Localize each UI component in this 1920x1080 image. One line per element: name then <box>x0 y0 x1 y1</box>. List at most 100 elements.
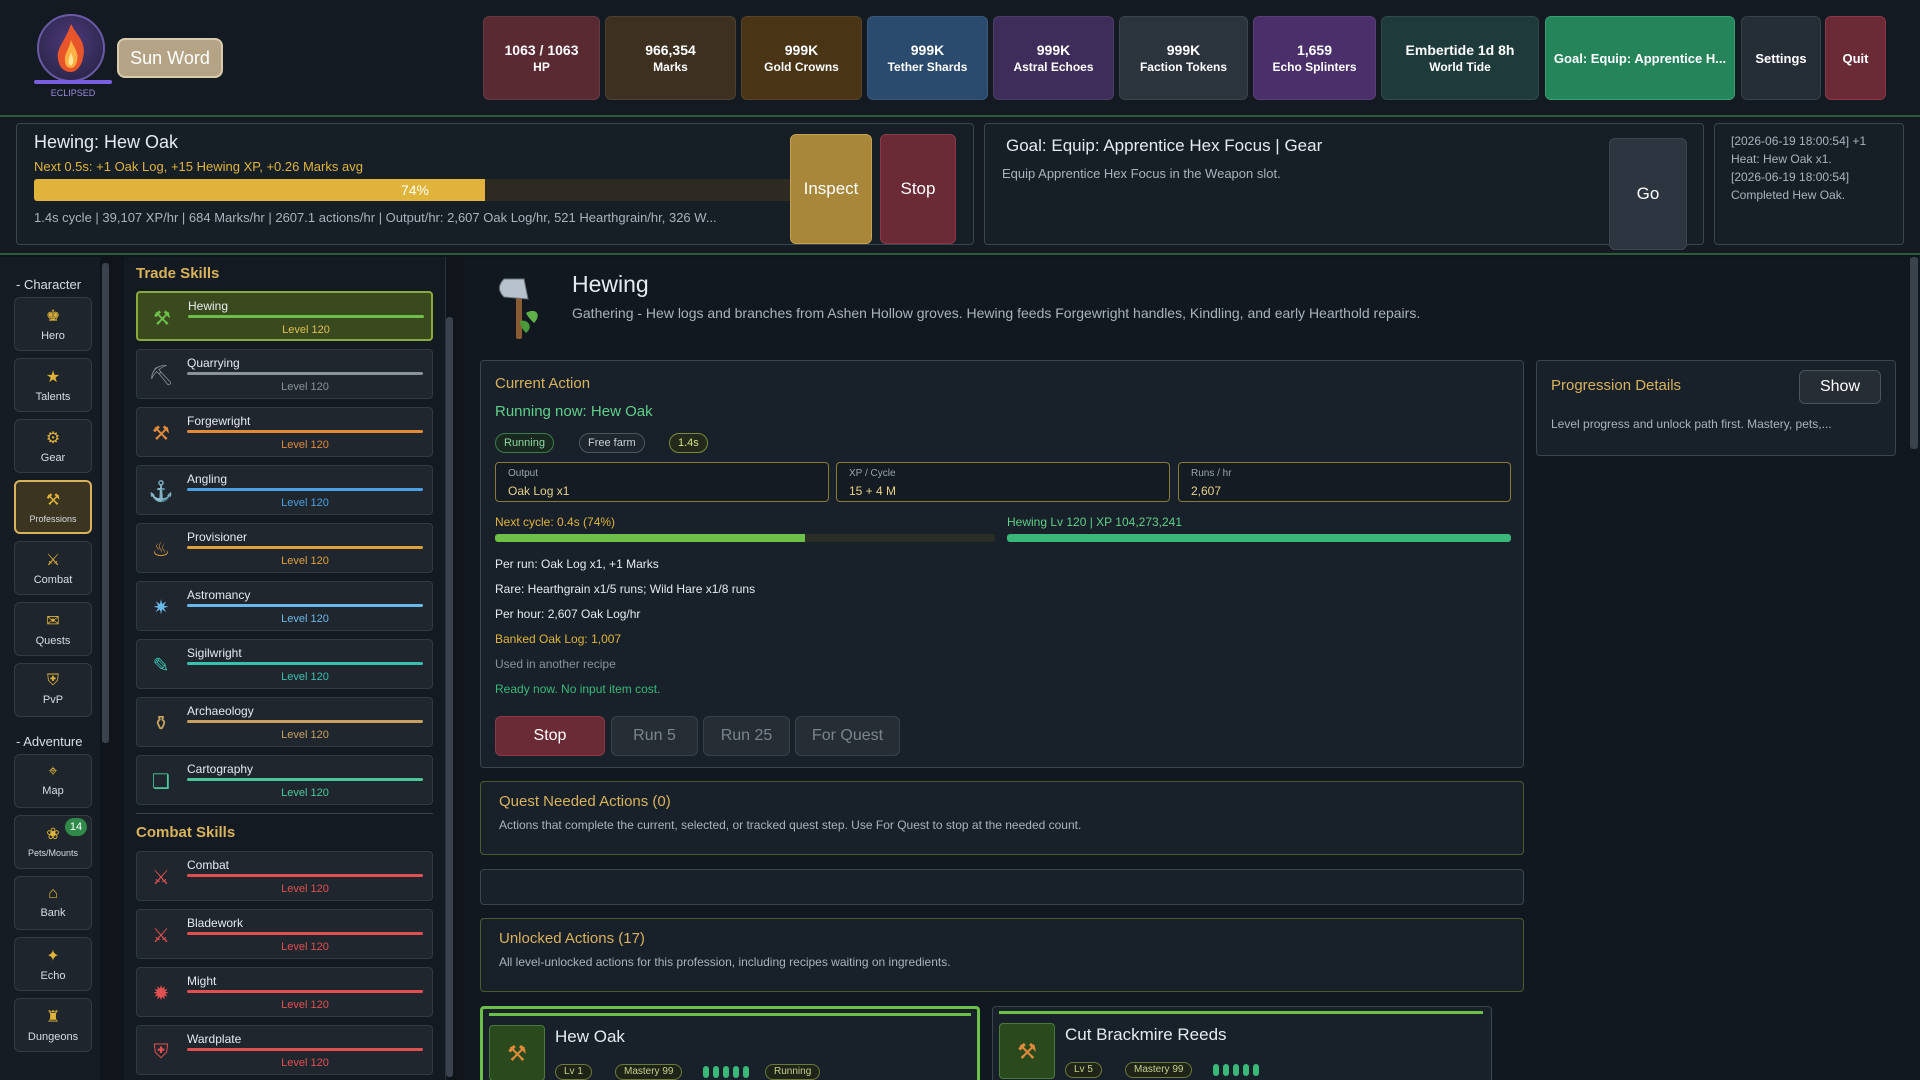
avatar-status-label: ECLIPSED <box>50 88 96 98</box>
skill-name: Might <box>187 974 217 988</box>
avatar-status-bar <box>34 80 112 84</box>
skill-row-quarrying[interactable]: ⛏ Quarrying Level 120 <box>136 349 433 399</box>
xp-cycle-title: XP / Cycle <box>849 468 896 479</box>
skill-progress-line <box>187 546 423 549</box>
inspect-button[interactable]: Inspect <box>790 134 872 244</box>
skill-row-might[interactable]: ✹ Might Level 120 <box>136 967 433 1017</box>
mastery-pip <box>1223 1064 1229 1076</box>
skill-row-angling[interactable]: ⚓ Angling Level 120 <box>136 465 433 515</box>
character-avatar[interactable] <box>37 14 105 82</box>
skill-level: Level 120 <box>281 999 329 1011</box>
goal-button[interactable]: Goal: Equip: Apprentice H... <box>1545 16 1735 100</box>
skill-row-archaeology[interactable]: ⚱ Archaeology Level 120 <box>136 697 433 747</box>
nav-hero[interactable]: ♚ Hero <box>14 297 92 351</box>
skill-row-cartography[interactable]: ❏ Cartography Level 120 <box>136 755 433 805</box>
stop-button[interactable]: Stop <box>495 716 605 756</box>
skill-name: Combat <box>187 858 230 872</box>
goal-go-button[interactable]: Go <box>1609 138 1687 250</box>
mastery-pip <box>1253 1064 1259 1076</box>
skill-row-sigilwright[interactable]: ✎ Sigilwright Level 120 <box>136 639 433 689</box>
quit-button[interactable]: Quit <box>1825 16 1886 100</box>
xp-cycle-value: 15 + 4 M <box>849 484 897 498</box>
skill-row-wardplate[interactable]: ⛨ Wardplate Level 120 <box>136 1025 433 1075</box>
skill-row-forgewright[interactable]: ⚒ Forgewright Level 120 <box>136 407 433 457</box>
skill-row-combat[interactable]: ⚔ Combat Level 120 <box>136 851 433 901</box>
mastery-pip <box>1243 1064 1249 1076</box>
stat-card[interactable]: 999K Faction Tokens <box>1119 16 1248 100</box>
mastery-pips <box>1213 1063 1273 1077</box>
skill-progress-line <box>187 488 423 491</box>
goal-go-label: Go <box>1636 184 1660 203</box>
stat-card[interactable]: Embertide 1d 8h World Tide <box>1381 16 1539 100</box>
skills-scrollbar[interactable] <box>446 317 453 1077</box>
sun-word-button[interactable]: Sun Word <box>117 38 223 78</box>
skill-name: Forgewright <box>187 414 251 428</box>
action-card-name: Hew Oak <box>555 1027 625 1046</box>
action-card-tag: Lv 5 <box>1065 1062 1102 1078</box>
mastery-pips <box>703 1065 763 1079</box>
quarrying-icon: ⛏ <box>148 365 174 387</box>
nav-scrollbar[interactable] <box>102 263 109 743</box>
stat-card[interactable]: 1063 / 1063 HP <box>483 16 600 100</box>
settings-button[interactable]: Settings <box>1741 16 1821 100</box>
skill-progress-line <box>187 778 423 781</box>
nav-label: Professions <box>29 514 77 524</box>
stat-card[interactable]: 999K Astral Echoes <box>993 16 1114 100</box>
per-run-text: Per run: Oak Log x1, +1 Marks <box>495 557 659 571</box>
nav-bank[interactable]: ⌂ Bank <box>14 876 92 930</box>
skill-progress-line <box>187 604 423 607</box>
skill-progress-line <box>187 430 423 433</box>
might-icon: ✹ <box>152 983 170 1005</box>
skill-progress-line <box>188 315 424 318</box>
main-scrollbar[interactable] <box>1910 257 1918 449</box>
stat-value: 1063 / 1063 <box>504 42 579 58</box>
stat-value: 999K <box>1166 42 1201 58</box>
nav-map[interactable]: ⌖ Map <box>14 754 92 808</box>
action-card-hew-oak[interactable]: ⚒ Hew Oak Lv 1 Mastery 99 Running <box>480 1006 980 1080</box>
for-quest-button[interactable]: For Quest <box>795 716 900 756</box>
nav-echo[interactable]: ✦ Echo <box>14 937 92 991</box>
angling-icon: ⚓ <box>148 481 174 503</box>
unlocked-actions-description: All level-unlocked actions for this prof… <box>499 955 951 969</box>
stat-card[interactable]: 999K Tether Shards <box>867 16 988 100</box>
nav-dungeons[interactable]: ♜ Dungeons <box>14 998 92 1052</box>
stop-action-label: Stop <box>900 179 936 198</box>
nav-quests[interactable]: ✉ Quests <box>14 602 92 656</box>
nav-label: Dungeons <box>27 1031 79 1043</box>
active-action-progress-label: 74% <box>400 182 430 198</box>
skill-row-astromancy[interactable]: ✷ Astromancy Level 120 <box>136 581 433 631</box>
archaeology-icon: ⚱ <box>152 713 170 735</box>
action-card-tag: Running <box>765 1064 821 1080</box>
active-action-bar: Hewing: Hew Oak Next 0.5s: +1 Oak Log, +… <box>0 117 1920 255</box>
skill-row-hewing[interactable]: ⚒ Hewing Level 120 <box>136 291 433 341</box>
skill-progress-line <box>187 662 423 665</box>
sigilwright-icon: ✎ <box>152 655 170 677</box>
skill-name: Cartography <box>187 762 254 776</box>
current-action-card: Current Action Running now: Hew Oak Runn… <box>480 360 1524 768</box>
stat-label: Marks <box>653 60 688 74</box>
run-5-button[interactable]: Run 5 <box>611 716 698 756</box>
nav-pvp[interactable]: ⛨ PvP <box>14 663 92 717</box>
nav-gear[interactable]: ⚙ Gear <box>14 419 92 473</box>
stat-card[interactable]: 1,659 Echo Splinters <box>1253 16 1376 100</box>
cartography-icon: ❏ <box>152 771 170 793</box>
skill-row-provisioner[interactable]: ♨ Provisioner Level 120 <box>136 523 433 573</box>
run-25-label: Run 25 <box>720 727 773 744</box>
log-icon: ⚒ <box>999 1023 1055 1079</box>
stop-label: Stop <box>533 727 567 744</box>
nav-talents[interactable]: ★ Talents <box>14 358 92 412</box>
stat-card[interactable]: 999K Gold Crowns <box>741 16 862 100</box>
nav-professions[interactable]: ⚒ Professions <box>14 480 92 534</box>
nav-combat[interactable]: ⚔ Combat <box>14 541 92 595</box>
skill-row-bladework[interactable]: ⚔ Bladework Level 120 <box>136 909 433 959</box>
log-line: Completed Hew Oak. <box>1731 188 1846 202</box>
nav-pets-mounts[interactable]: ❀ Pets/Mounts 14 <box>14 815 92 869</box>
progression-show-button[interactable]: Show <box>1799 370 1881 404</box>
action-card-cut-brackmire-reeds[interactable]: ⚒ Cut Brackmire Reeds Lv 5 Mastery 99 <box>992 1006 1492 1080</box>
next-cycle-label: Next cycle: 0.4s (74%) <box>495 515 616 529</box>
stat-card[interactable]: 966,354 Marks <box>605 16 736 100</box>
runs-hr-title: Runs / hr <box>1191 468 1232 479</box>
run-25-button[interactable]: Run 25 <box>703 716 790 756</box>
anvil-icon: ⚒ <box>45 492 61 509</box>
stop-action-button[interactable]: Stop <box>880 134 956 244</box>
